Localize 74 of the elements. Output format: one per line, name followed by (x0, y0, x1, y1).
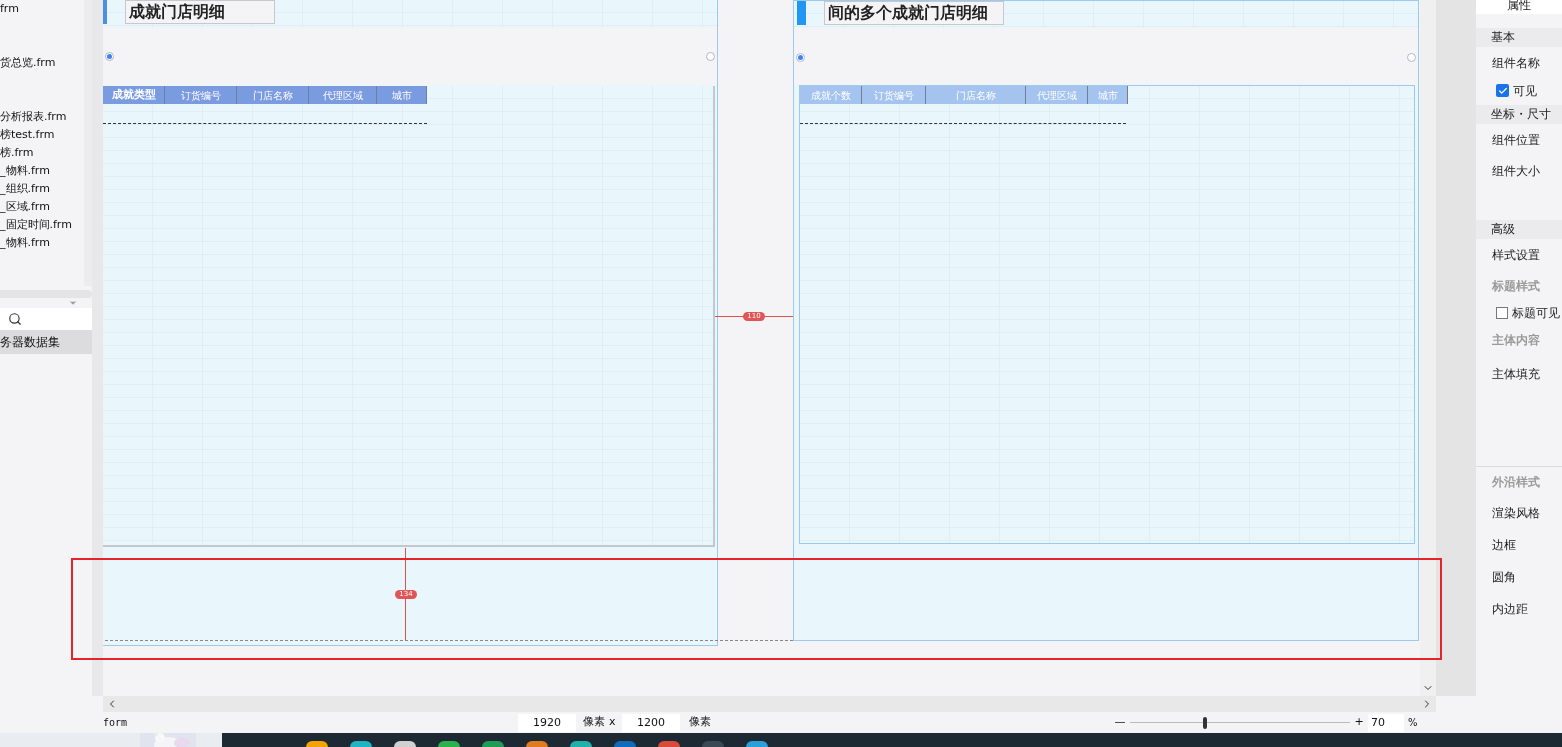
group-label: 标题样式 (1492, 278, 1540, 295)
column-header: 代理区域 (309, 86, 377, 104)
zoom-out-button[interactable]: — (1114, 714, 1126, 731)
column-header: 成就个数 (800, 86, 862, 104)
form-name: form (103, 716, 129, 730)
column-header: 订货编号 (862, 86, 926, 104)
column-header: 订货编号 (165, 86, 237, 104)
zoom-in-button[interactable]: + (1353, 714, 1365, 731)
property-label: 主体填充 (1492, 367, 1540, 381)
slider-thumb[interactable] (1202, 716, 1207, 729)
times-label: x (609, 714, 617, 731)
file-item[interactable]: 榜test.frm (0, 128, 55, 142)
checkbox-label: 可见 (1513, 82, 1537, 100)
column-header: 城市 (1088, 86, 1128, 104)
percent-label: % (1408, 716, 1418, 730)
app-icon[interactable] (394, 741, 416, 747)
app-icon[interactable] (526, 741, 548, 747)
group-label: 主体内容 (1492, 332, 1540, 349)
widget-title: 成就门店明细 (125, 0, 275, 24)
unit-label: 像素 (689, 714, 711, 731)
property-label: 内边距 (1492, 601, 1528, 618)
property-label: 渲染风格 (1492, 505, 1540, 522)
height-field[interactable]: 1200 (622, 713, 680, 732)
app-icon[interactable] (482, 741, 504, 747)
app-icon[interactable] (350, 741, 372, 747)
column-header: 代理区域 (1026, 86, 1088, 104)
file-item[interactable]: _物料.frm (0, 236, 50, 250)
radio-button[interactable] (706, 51, 715, 61)
checkbox-label: 标题可见 (1512, 304, 1560, 322)
horizontal-scrollbar[interactable] (103, 696, 1436, 712)
file-item[interactable]: 榜.frm (0, 146, 34, 160)
property-label: 圆角 (1492, 569, 1516, 586)
file-item[interactable]: frm (0, 2, 19, 16)
section-header[interactable]: 高级 (1476, 220, 1562, 239)
column-header: 成就类型 (103, 86, 165, 104)
search-icon[interactable] (8, 312, 22, 326)
app-icon[interactable] (306, 741, 328, 747)
app-icon[interactable] (570, 741, 592, 747)
radio-button[interactable] (105, 51, 114, 61)
title-marker (797, 1, 806, 25)
scrollbar[interactable] (1420, 0, 1436, 696)
property-label: 边框 (1492, 537, 1516, 554)
collapse-icon[interactable] (68, 298, 78, 308)
checkbox[interactable] (1496, 306, 1508, 319)
radio-button[interactable] (796, 52, 805, 62)
property-label: 样式设置 (1492, 247, 1540, 264)
group-label: 外沿样式 (1492, 474, 1540, 491)
zoom-slider[interactable] (1130, 715, 1350, 730)
property-label: 组件大小 (1492, 163, 1540, 180)
file-item[interactable]: 货总览.frm (0, 56, 56, 70)
file-item[interactable]: _物料.frm (0, 164, 50, 178)
widget-title: 间的多个成就门店明细 (824, 1, 1004, 25)
property-label: 组件名称 (1492, 55, 1540, 72)
checkbox[interactable] (1496, 84, 1509, 97)
section-header[interactable]: 坐标・尺寸 (1476, 105, 1562, 124)
app-icon[interactable] (438, 741, 460, 747)
panel-title: 属性 (1476, 0, 1562, 14)
report-widget[interactable]: 间的多个成就门店明细 成就个数 订货编号 门店名称 代理区域 城市 (793, 0, 1419, 641)
title-marker (103, 0, 107, 24)
property-label: 组件位置 (1492, 132, 1540, 149)
app-icon[interactable] (746, 741, 768, 747)
file-item[interactable]: _固定时间.frm (0, 218, 72, 232)
zoom-field[interactable]: 70 (1368, 713, 1404, 732)
column-header: 城市 (377, 86, 427, 104)
file-item[interactable]: 分析报表.frm (0, 110, 67, 124)
file-item[interactable]: _区域.frm (0, 200, 50, 214)
section-header[interactable]: 基本 (1476, 28, 1562, 47)
width-field[interactable]: 1920 (518, 713, 576, 732)
column-header: 门店名称 (237, 86, 309, 104)
file-item[interactable]: _组织.frm (0, 182, 50, 196)
dataset-item[interactable]: 务器数据集 (0, 330, 92, 354)
unit-label: 像素 (583, 714, 606, 731)
column-header: 门店名称 (926, 86, 1026, 104)
radio-button[interactable] (1407, 52, 1416, 62)
